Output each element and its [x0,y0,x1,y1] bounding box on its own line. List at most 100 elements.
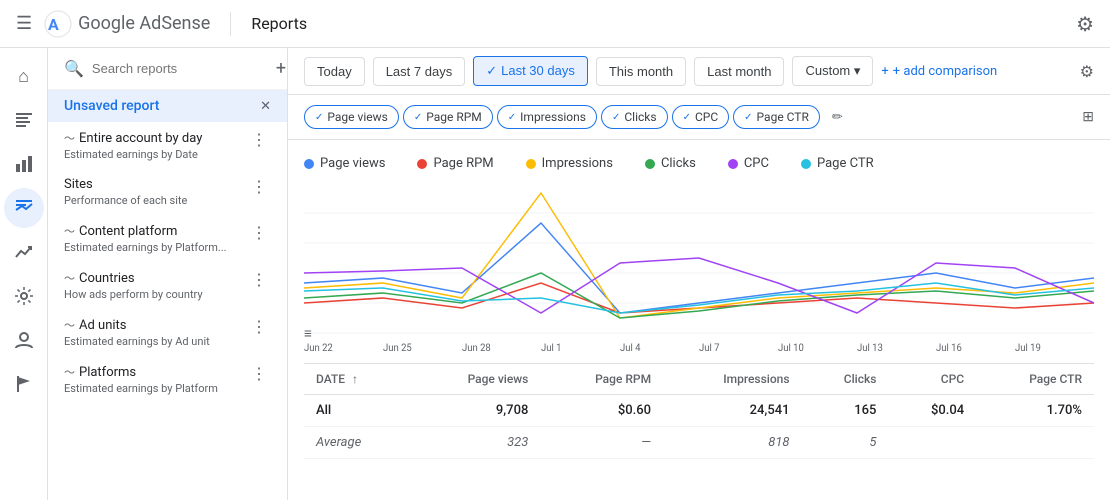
row-label-average: Average [304,427,410,459]
sidebar-label-content-platform: Content platform [79,224,177,239]
wave-icon-6: 〜 [64,364,75,380]
active-report-label: Unsaved report [64,98,260,114]
pill-label-page-ctr: Page CTR [757,110,809,124]
pill-page-ctr[interactable]: ✓ Page CTR [733,105,820,129]
nav-settings-icon[interactable] [4,276,44,316]
sidebar-item-ad-units[interactable]: 〜 Ad units Estimated earnings by Ad unit… [48,309,287,356]
more-options-icon-2[interactable]: ⋮ [247,177,271,196]
cell-avg-page-ctr [976,427,1094,459]
cell-avg-clicks: 5 [802,427,889,459]
more-options-icon-4[interactable]: ⋮ [247,270,271,289]
wave-icon-5: 〜 [64,317,75,333]
svg-text:Jul 13: Jul 13 [857,343,883,353]
nav-reports-icon[interactable] [4,188,44,228]
pill-page-rpm[interactable]: ✓ Page RPM [403,105,493,129]
filter-last30days[interactable]: ✓Last 30 days [473,56,588,86]
filter-bar: Today Last 7 days ✓Last 30 days This mon… [288,48,1110,95]
filter-last7days[interactable]: Last 7 days [373,57,466,86]
add-comparison-label: + add comparison [893,64,997,79]
pill-check-icon: ✓ [315,112,323,123]
col-header-page-ctr[interactable]: Page CTR [976,364,1094,395]
top-nav: ☰ A Google AdSense Reports ⚙ [0,0,1110,48]
cell-all-clicks: 165 [802,395,889,427]
close-report-icon[interactable]: ✕ [260,99,271,114]
filter-thismonth[interactable]: This month [596,57,686,86]
legend-label-clicks: Clicks [661,156,696,171]
more-options-icon-1[interactable]: ⋮ [247,130,271,149]
cell-avg-page-rpm: — [540,427,663,459]
legend-label-page-rpm: Page RPM [433,156,493,171]
pill-clicks[interactable]: ✓ Clicks [601,105,668,129]
active-report-item[interactable]: Unsaved report ✕ [48,90,287,122]
legend-cpc: CPC [728,156,769,171]
col-header-date[interactable]: DATE ↑ [304,364,410,395]
left-nav: ⌂ [0,48,48,500]
line-chart: Jun 22 Jun 25 Jun 28 Jul 1 Jul 4 Jul 7 J… [304,183,1094,363]
sidebar-item-sites[interactable]: Sites Performance of each site ⋮ [48,169,287,215]
legend-impressions: Impressions [526,156,613,171]
filter-custom[interactable]: Custom ▾ [792,56,873,86]
filter-settings-icon[interactable]: ⚙ [1080,62,1094,81]
col-header-clicks[interactable]: Clicks [802,364,889,395]
col-header-page-views[interactable]: Page views [410,364,540,395]
sidebar-item-content-platform[interactable]: 〜 Content platform Estimated earnings by… [48,215,287,262]
add-report-icon[interactable]: + [276,58,286,79]
nav-chart-icon[interactable] [4,144,44,184]
svg-text:Jul 19: Jul 19 [1015,343,1041,353]
legend-dot-impressions [526,159,536,169]
pill-check-icon-imp: ✓ [508,112,516,123]
sidebar-item-entire-account[interactable]: 〜 Entire account by day Estimated earnin… [48,122,287,169]
sidebar-sub-platforms: Estimated earnings by Platform [64,382,247,395]
pill-impressions[interactable]: ✓ Impressions [497,105,597,129]
col-header-impressions[interactable]: Impressions [663,364,801,395]
cell-all-page-ctr: 1.70% [976,395,1094,427]
svg-text:Jul 7: Jul 7 [699,343,720,353]
nav-flag-icon[interactable] [4,364,44,404]
filter-today[interactable]: Today [304,57,365,86]
data-table: DATE ↑ Page views Page RPM Impressions C… [304,363,1094,459]
nav-pages-icon[interactable] [4,100,44,140]
nav-trending-icon[interactable] [4,232,44,272]
svg-text:Jun 28: Jun 28 [462,343,491,353]
svg-text:≡: ≡ [304,326,312,342]
svg-text:Jun 22: Jun 22 [304,343,333,353]
more-options-icon-6[interactable]: ⋮ [247,364,271,383]
wave-icon-4: 〜 [64,270,75,286]
legend-page-views: Page views [304,156,385,171]
legend-label-cpc: CPC [744,156,769,171]
search-input[interactable] [92,61,268,76]
settings-icon[interactable]: ⚙ [1076,12,1094,36]
add-comparison-button[interactable]: + + add comparison [881,64,997,79]
svg-text:Jul 16: Jul 16 [936,343,962,353]
nav-person-icon[interactable] [4,320,44,360]
chart-filter-icon[interactable]: ⊞ [1082,109,1094,125]
sidebar-label-countries: Countries [79,271,135,286]
pill-check-icon-ctr: ✓ [744,112,752,123]
sidebar-label-platforms: Platforms [79,365,136,380]
nav-home-icon[interactable]: ⌂ [4,56,44,96]
logo: A Google AdSense [44,10,210,38]
metric-pills-bar: ✓ Page views ✓ Page RPM ✓ Impressions ✓ … [288,95,1110,140]
col-header-page-rpm[interactable]: Page RPM [540,364,663,395]
chart-svg: Jun 22 Jun 25 Jun 28 Jul 1 Jul 4 Jul 7 J… [304,183,1094,353]
row-label-all: All [304,395,410,427]
edit-metrics-icon[interactable]: ✏ [832,110,843,125]
filter-lastmonth[interactable]: Last month [694,57,784,86]
more-options-icon-5[interactable]: ⋮ [247,317,271,336]
page-title: Reports [251,14,307,33]
cell-avg-page-views: 323 [410,427,540,459]
more-options-icon-3[interactable]: ⋮ [247,223,271,242]
sidebar-item-countries[interactable]: 〜 Countries How ads perform by country ⋮ [48,262,287,309]
table-row-average: Average 323 — 818 5 [304,427,1094,459]
hamburger-icon[interactable]: ☰ [16,13,32,34]
legend-dot-clicks [645,159,655,169]
col-header-cpc[interactable]: CPC [888,364,976,395]
pill-page-views[interactable]: ✓ Page views [304,105,399,129]
legend-label-page-ctr: Page CTR [817,156,874,171]
cell-all-cpc: $0.04 [888,395,976,427]
sidebar-label-sites: Sites [64,177,93,192]
legend-dot-cpc [728,159,738,169]
sidebar-sub-countries: How ads perform by country [64,288,247,301]
pill-cpc[interactable]: ✓ CPC [672,105,730,129]
sidebar-item-platforms[interactable]: 〜 Platforms Estimated earnings by Platfo… [48,356,287,403]
